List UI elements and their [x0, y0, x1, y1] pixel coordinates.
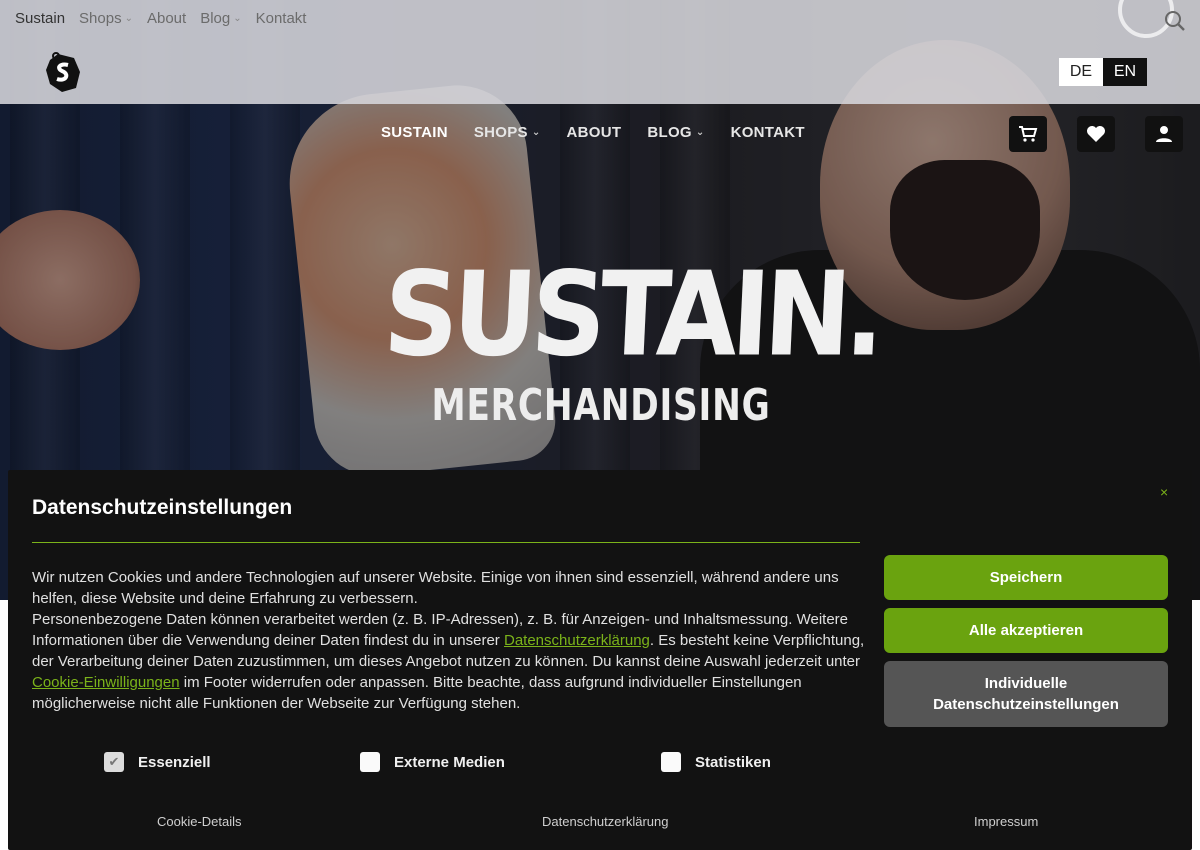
mainnav-item-blog[interactable]: BLOG ⌄ [647, 124, 704, 141]
close-icon[interactable]: × [1160, 484, 1168, 500]
user-icon [1156, 126, 1172, 142]
button-label-line: Datenschutzeinstellungen [933, 696, 1119, 713]
checkbox-externe-medien[interactable]: Externe Medien [360, 752, 505, 772]
language-switcher: DE EN [1059, 58, 1147, 86]
topnav-label: About [146, 10, 187, 27]
privacy-policy-link[interactable]: Datenschutzerklärung [504, 632, 650, 649]
checkbox-statistiken[interactable]: Statistiken [661, 752, 771, 772]
checkbox-label: Externe Medien [394, 753, 505, 771]
imprint-link[interactable]: Impressum [974, 814, 1038, 829]
search-icon[interactable] [1164, 10, 1186, 32]
sustain-logo[interactable] [44, 50, 82, 94]
brand-title: SUSTAIN. [380, 245, 883, 383]
topnav-label: Kontakt [255, 10, 307, 27]
mainnav-item-shops[interactable]: SHOPS ⌄ [474, 124, 541, 141]
hero-brand-logo: SUSTAIN. MERCHANDISING [381, 246, 882, 431]
lang-de[interactable]: DE [1059, 58, 1103, 86]
topnav-item-kontakt[interactable]: Kontakt [256, 10, 307, 27]
topnav-item-about[interactable]: About [147, 10, 186, 27]
cookie-paragraph-2: Personenbezogene Daten können verarbeite… [32, 609, 872, 714]
save-button[interactable]: Speichern [884, 555, 1168, 600]
cart-icon [1019, 126, 1038, 142]
lang-en[interactable]: EN [1103, 58, 1147, 86]
cookie-details-link[interactable]: Cookie-Details [157, 814, 242, 829]
chevron-down-icon: ⌄ [124, 13, 133, 24]
topnav-item-blog[interactable]: Blog ⌄ [200, 10, 241, 27]
wishlist-button[interactable] [1077, 116, 1115, 152]
checkmark-icon[interactable]: ✔ [104, 752, 124, 772]
top-navigation: Sustain Shops ⌄ About Blog ⌄ Kontakt [15, 10, 306, 27]
topnav-label: Sustain [15, 10, 66, 27]
privacy-link[interactable]: Datenschutzerklärung [542, 814, 668, 829]
topnav-item-sustain[interactable]: Sustain [15, 10, 65, 27]
checkbox-essenziell[interactable]: ✔ Essenziell [104, 752, 211, 772]
cookie-consents-link[interactable]: Cookie-Einwilligungen [32, 674, 180, 691]
accept-all-button[interactable]: Alle akzeptieren [884, 608, 1168, 653]
mainnav-label: SUSTAIN [381, 124, 448, 141]
checkbox-box[interactable] [360, 752, 380, 772]
mainnav-item-about[interactable]: ABOUT [567, 124, 622, 141]
cookie-paragraph-1: Wir nutzen Cookies und andere Technologi… [32, 569, 839, 607]
main-navigation: SUSTAIN SHOPS ⌄ ABOUT BLOG ⌄ KONTAKT [381, 124, 805, 141]
mainnav-label: BLOG [647, 124, 692, 141]
checkbox-label: Statistiken [695, 753, 771, 771]
checkbox-box[interactable] [661, 752, 681, 772]
mainnav-label: SHOPS [473, 124, 528, 141]
chevron-down-icon: ⌄ [233, 13, 242, 24]
cookie-description: Wir nutzen Cookies und andere Technologi… [32, 567, 872, 714]
heart-icon [1087, 126, 1105, 142]
cart-button[interactable] [1009, 116, 1047, 152]
individual-settings-button[interactable]: Individuelle Datenschutzeinstellungen [884, 661, 1168, 727]
cookie-title: Datenschutzeinstellungen [32, 496, 293, 519]
mainnav-label: ABOUT [566, 124, 622, 141]
chevron-down-icon: ⌄ [531, 127, 541, 138]
mainnav-item-kontakt[interactable]: KONTAKT [731, 124, 805, 141]
checkbox-label: Essenziell [138, 753, 211, 771]
topnav-item-shops[interactable]: Shops ⌄ [79, 10, 133, 27]
chevron-down-icon: ⌄ [695, 127, 705, 138]
topnav-label: Blog [200, 10, 231, 27]
top-bar: Sustain Shops ⌄ About Blog ⌄ Kontakt DE EN [0, 0, 1200, 104]
mainnav-item-sustain[interactable]: SUSTAIN [381, 124, 448, 141]
button-label-line: Individuelle [984, 675, 1068, 692]
divider [32, 542, 860, 543]
account-button[interactable] [1145, 116, 1183, 152]
topnav-label: Shops [79, 10, 122, 27]
brand-subtitle: MERCHANDISING [431, 380, 771, 431]
mainnav-label: KONTAKT [730, 124, 805, 141]
cookie-consent-banner: Datenschutzeinstellungen × Wir nutzen Co… [8, 470, 1192, 850]
